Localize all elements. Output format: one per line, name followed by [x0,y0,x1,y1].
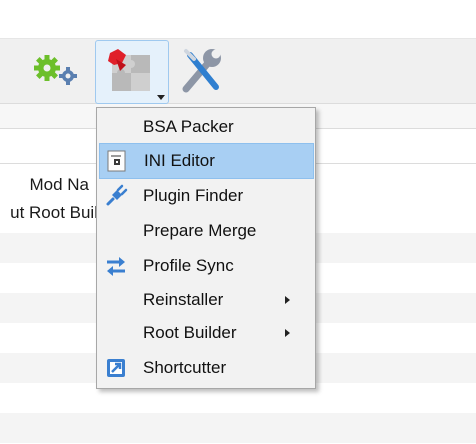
sync-arrows-icon [107,257,125,276]
wrench-screwdriver-icon [182,49,221,93]
list-row-empty [0,413,476,443]
menu-item-bsa-packer[interactable]: BSA Packer [99,110,312,144]
plug-icon [106,184,128,206]
menu-item-root-builder[interactable]: Root Builder [99,316,312,350]
menu-item-label: Prepare Merge [143,221,257,240]
menu-item-shortcutter[interactable]: Shortcutter [99,351,312,385]
menu-item-reinstaller[interactable]: Reinstaller [99,283,312,317]
menu-item-label: Plugin Finder [143,186,244,205]
list-item-text: Mod Na [29,175,89,194]
toolbar [0,39,476,104]
plugins-dropdown-menu: BSA Packer INI Editor Plugin Finder Prep… [96,107,316,389]
menu-item-label: BSA Packer [143,117,234,136]
menu-item-label: Reinstaller [143,290,224,309]
submenu-arrow-icon [285,329,290,337]
chevron-down-icon [157,95,165,100]
menu-item-label: INI Editor [144,151,215,170]
menu-item-profile-sync[interactable]: Profile Sync [99,249,312,283]
menu-item-label: Profile Sync [143,256,234,275]
menu-item-prepare-merge[interactable]: Prepare Merge [99,214,312,248]
list-item-text: ut Root Buil [10,203,98,222]
menu-item-label: Shortcutter [143,358,227,377]
puzzle-tools-icon [108,49,150,91]
tools-button[interactable] [176,39,232,99]
ini-file-icon [107,150,126,172]
menu-item-ini-editor[interactable]: INI Editor [99,143,314,179]
window-top-area [0,0,476,39]
shortcut-icon [107,359,125,377]
menu-item-plugin-finder[interactable]: Plugin Finder [99,179,312,213]
submenu-arrow-icon [285,296,290,304]
menu-item-label: Root Builder [143,323,237,342]
gears-icon [34,55,77,85]
plugins-menu-button[interactable] [95,40,169,104]
configure-tools-button[interactable] [28,39,84,99]
